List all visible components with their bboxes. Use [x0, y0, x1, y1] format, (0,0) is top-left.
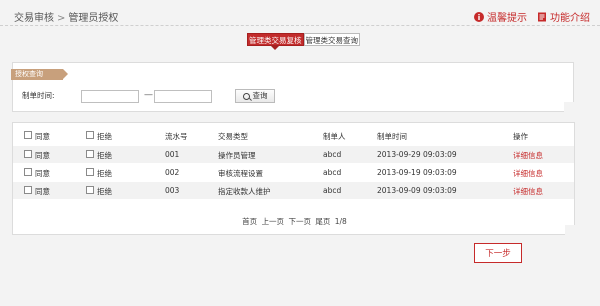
header-agree: 同意 — [35, 132, 50, 141]
query-panel: 授权查询 制单时间: — 查询 — [11, 62, 574, 112]
serial-cell: 003 — [165, 186, 180, 195]
reject-label: 拒绝 — [97, 187, 112, 196]
header-type: 交易类型 — [218, 132, 248, 141]
breadcrumb: 交易审核 > 管理员授权 — [14, 9, 118, 24]
detail-link[interactable]: 详细信息 — [513, 186, 543, 197]
time-cell: 2013-09-19 09:03:09 — [377, 168, 457, 177]
info-icon — [474, 11, 484, 22]
tab-review[interactable]: 管理类交易复核 — [247, 33, 304, 50]
reject-label: 拒绝 — [97, 151, 112, 160]
tab-query[interactable]: 管理类交易查询 — [303, 33, 360, 46]
results-panel: 同意 拒绝 流水号 交易类型 制单人 制单时间 操作 同意 拒绝 001 操作员… — [12, 122, 575, 235]
breadcrumb-current: 管理员授权 — [68, 13, 119, 24]
first-page-link[interactable]: 首页 — [242, 217, 257, 226]
creator-cell: abcd — [323, 186, 342, 195]
type-cell: 指定收款人维护 — [218, 187, 271, 196]
agree-checkbox[interactable] — [24, 186, 32, 194]
header-creator: 制单人 — [323, 132, 346, 141]
tab-bar: 管理类交易复核 管理类交易查询 — [247, 33, 360, 50]
query-ribbon: 授权查询 — [11, 69, 68, 80]
reject-all-checkbox[interactable] — [86, 131, 94, 139]
tips-link-label: 温馨提示 — [487, 13, 527, 24]
intro-link-label: 功能介绍 — [550, 13, 590, 24]
next-step-button[interactable]: 下一步 — [474, 243, 522, 263]
serial-cell: 001 — [165, 150, 180, 159]
top-bar: 交易审核 > 管理员授权 温馨提示 功能介绍 — [0, 0, 600, 26]
agree-checkbox[interactable] — [24, 168, 32, 176]
pagination: 首页 上一页 下一页 尾页 1/8 — [13, 216, 576, 227]
document-icon — [538, 12, 546, 21]
page-indicator: 1/8 — [334, 217, 347, 226]
query-button[interactable]: 查询 — [235, 89, 275, 103]
serial-cell: 002 — [165, 168, 180, 177]
reject-checkbox[interactable] — [86, 186, 94, 194]
header-reject: 拒绝 — [97, 132, 112, 141]
header-action: 操作 — [513, 132, 528, 141]
type-cell: 审核流程设置 — [218, 169, 263, 178]
breadcrumb-separator: > — [57, 13, 66, 24]
prev-page-link[interactable]: 上一页 — [262, 217, 285, 226]
table-row: 同意 拒绝 001 操作员管理 abcd 2013-09-29 09:03:09… — [13, 146, 574, 163]
tips-link[interactable]: 温馨提示 — [474, 9, 527, 24]
date-label: 制单时间: — [22, 91, 55, 100]
creator-cell: abcd — [323, 168, 342, 177]
table-row: 同意 拒绝 003 指定收款人维护 abcd 2013-09-09 09:03:… — [13, 182, 574, 199]
reject-checkbox[interactable] — [86, 168, 94, 176]
intro-link[interactable]: 功能介绍 — [537, 9, 590, 24]
query-button-label: 查询 — [252, 91, 268, 100]
agree-label: 同意 — [35, 151, 50, 160]
agree-all-checkbox[interactable] — [24, 131, 32, 139]
breadcrumb-parent[interactable]: 交易审核 — [14, 13, 54, 24]
last-page-link[interactable]: 尾页 — [315, 217, 330, 226]
agree-label: 同意 — [35, 169, 50, 178]
table-row: 同意 拒绝 002 审核流程设置 abcd 2013-09-19 09:03:0… — [13, 164, 574, 181]
range-separator: — — [144, 90, 153, 100]
time-cell: 2013-09-29 09:03:09 — [377, 150, 457, 159]
table-header: 同意 拒绝 流水号 交易类型 制单人 制单时间 操作 — [13, 127, 574, 144]
header-time: 制单时间 — [377, 132, 407, 141]
creator-cell: abcd — [323, 150, 342, 159]
header-serial: 流水号 — [165, 132, 188, 141]
agree-checkbox[interactable] — [24, 150, 32, 158]
reject-checkbox[interactable] — [86, 150, 94, 158]
top-links: 温馨提示 功能介绍 — [464, 9, 590, 24]
detail-link[interactable]: 详细信息 — [513, 168, 543, 179]
type-cell: 操作员管理 — [218, 151, 256, 160]
next-page-link[interactable]: 下一页 — [288, 217, 311, 226]
time-cell: 2013-09-09 09:03:09 — [377, 186, 457, 195]
search-icon — [242, 92, 250, 100]
reject-label: 拒绝 — [97, 169, 112, 178]
detail-link[interactable]: 详细信息 — [513, 150, 543, 161]
date-end-input[interactable] — [154, 90, 212, 103]
date-start-input[interactable] — [81, 90, 139, 103]
agree-label: 同意 — [35, 187, 50, 196]
page-fold-corner — [564, 102, 574, 112]
page-fold-corner — [565, 225, 575, 235]
